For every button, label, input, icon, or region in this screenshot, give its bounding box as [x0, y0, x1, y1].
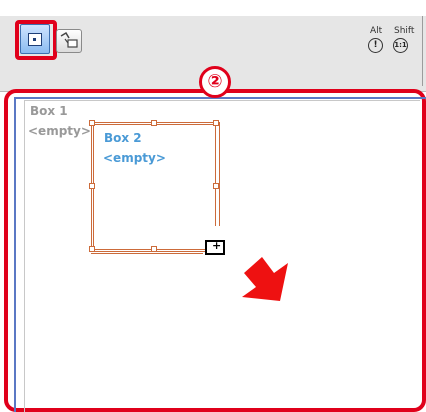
select-tool-highlight	[15, 20, 57, 60]
link-tool-button[interactable]	[56, 29, 82, 53]
toolbar-right-border	[422, 16, 423, 86]
resize-handle-top[interactable]	[151, 120, 157, 126]
resize-handle-left[interactable]	[89, 183, 95, 189]
box-1-content[interactable]: <empty>	[28, 124, 91, 138]
box-2-content[interactable]: <empty>	[103, 151, 166, 165]
shift-label: Shift	[394, 26, 415, 36]
step-2-badge: ②	[199, 66, 231, 98]
toolbar-top-border	[0, 0, 426, 16]
drag-arrow-icon	[242, 257, 288, 301]
resize-handle-bottom-left[interactable]	[89, 246, 95, 252]
resize-handle-top-left[interactable]	[89, 120, 95, 126]
canvas-area[interactable]	[24, 100, 420, 412]
shift-icon[interactable]: 1:1	[393, 38, 408, 53]
alt-label: Alt	[370, 26, 383, 36]
alt-icon[interactable]: !	[368, 38, 383, 53]
box-2-right-edge	[215, 122, 220, 226]
resize-handle-right[interactable]	[213, 183, 219, 189]
box-2-bottom-edge	[91, 249, 203, 254]
box-1-title[interactable]: Box 1	[30, 104, 68, 118]
resize-handle-bottom[interactable]	[151, 246, 157, 252]
link-icon	[60, 31, 78, 48]
move-cursor-icon	[205, 239, 225, 255]
resize-handle-top-right[interactable]	[213, 120, 219, 126]
box-2-title[interactable]: Box 2	[104, 131, 142, 145]
app-window: Alt ! Shift 1:1 ② Box 1 <empty> Box 2 <e…	[0, 0, 426, 412]
